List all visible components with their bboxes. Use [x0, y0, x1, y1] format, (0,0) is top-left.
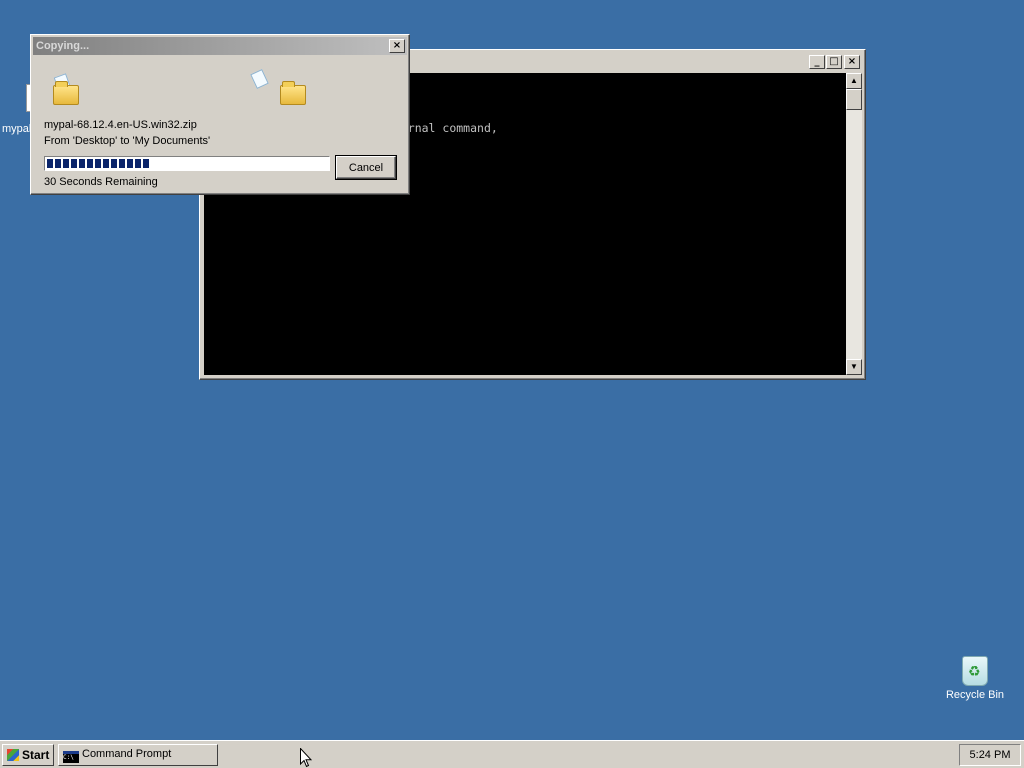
scroll-down-arrow-icon[interactable]: ▼ [846, 359, 862, 375]
taskbar: Start C:\ Command Prompt 5:24 PM [0, 740, 1024, 768]
start-label: Start [22, 748, 50, 762]
progress-bar-fill [47, 159, 151, 168]
dialog-titlebar[interactable]: Copying... × [33, 37, 407, 55]
maximize-button[interactable]: □ [826, 55, 842, 69]
copy-filename: mypal-68.12.4.en-US.win32.zip [44, 119, 197, 131]
taskbar-item-label: Command Prompt [82, 747, 172, 760]
copy-progress-bar [44, 156, 330, 171]
mouse-pointer-icon [300, 748, 312, 768]
taskbar-item-command-prompt[interactable]: C:\ Command Prompt [58, 744, 218, 766]
scroll-up-arrow-icon[interactable]: ▲ [846, 73, 862, 89]
vertical-scrollbar[interactable]: ▲ ▼ [846, 73, 862, 375]
copy-source-destination: From 'Desktop' to 'My Documents' [44, 135, 211, 147]
time-remaining: 30 Seconds Remaining [44, 176, 158, 188]
windows-logo-icon [7, 749, 19, 761]
source-folder-icon [53, 81, 79, 105]
destination-folder-icon [280, 81, 306, 105]
dialog-title: Copying... [36, 40, 90, 52]
scrollbar-thumb[interactable] [846, 89, 862, 110]
cmd-icon: C:\ [63, 750, 79, 763]
desktop-icon-label: mypal [2, 123, 32, 135]
flying-document-icon [250, 69, 269, 89]
close-button[interactable]: × [389, 39, 405, 53]
start-button[interactable]: Start [2, 744, 54, 766]
system-tray[interactable]: 5:24 PM [959, 744, 1021, 766]
copy-progress-dialog[interactable]: Copying... × mypal-68.12.4.en-US.win32.z… [30, 34, 410, 195]
minimize-button[interactable]: _ [809, 55, 825, 69]
cancel-button[interactable]: Cancel [336, 156, 396, 179]
desktop-icon-recycle-bin[interactable]: ♻ Recycle Bin [944, 656, 1006, 701]
desktop-icon-label: Recycle Bin [945, 689, 1005, 701]
close-button[interactable]: × [844, 55, 860, 69]
clock[interactable]: 5:24 PM [970, 749, 1011, 761]
recycle-bin-icon: ♻ [962, 656, 988, 686]
